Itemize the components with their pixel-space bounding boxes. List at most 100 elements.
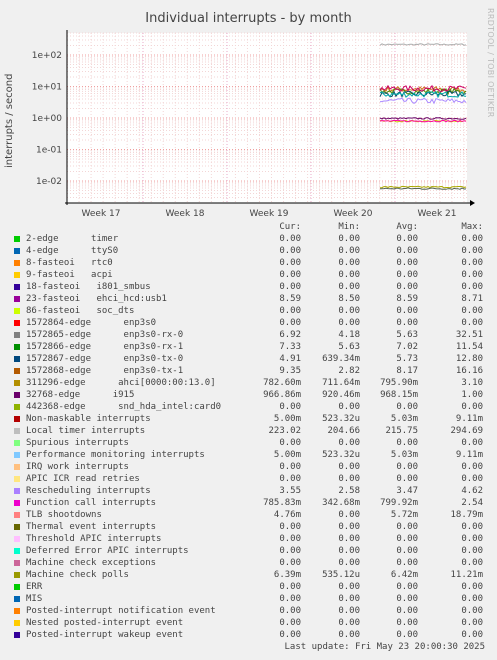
- legend-row: Local timer interrupts 223.02 204.66 215.75…: [0, 425, 497, 437]
- legend-cur: 223.02: [268, 426, 301, 436]
- legend-min: 0.00: [338, 594, 360, 604]
- legend-swatch: [14, 500, 20, 506]
- legend-name: MIS: [26, 594, 43, 604]
- x-tick-label: Week 21: [418, 209, 457, 219]
- legend-avg: 0.00: [396, 594, 418, 604]
- legend-avg: 0.00: [396, 402, 418, 412]
- x-tick-label: Week 18: [166, 209, 205, 219]
- legend-row: Threshold APIC interrupts 0.00 0.00 0.00 0.0…: [0, 533, 497, 545]
- legend-min: 0.00: [338, 306, 360, 316]
- legend-name: Posted-interrupt wakeup event: [26, 630, 184, 640]
- legend-avg: 0.00: [396, 270, 418, 280]
- legend-name: Performance monitoring interrupts: [26, 450, 205, 460]
- legend-cur: 0.00: [279, 402, 301, 412]
- legend-avg: 5.73: [396, 354, 418, 364]
- legend-min: 204.66: [327, 426, 360, 436]
- legend-min: 0.00: [338, 558, 360, 568]
- legend-name: 1572864-edge enp3s0: [26, 318, 157, 328]
- legend-max: 32.51: [455, 330, 483, 340]
- legend-row: 9-fasteoi acpi 0.00 0.00 0.00 0.00: [0, 269, 497, 281]
- legend-cur: 0.00: [279, 474, 301, 484]
- legend-min: 0.00: [338, 318, 360, 328]
- legend-min: 0.00: [338, 618, 360, 628]
- legend-row: 311296-edge ahci[0000:00:13.0] 782.60m 711…: [0, 377, 497, 389]
- legend-cur: 0.00: [279, 234, 301, 244]
- legend-swatch: [14, 632, 20, 638]
- last-update: Last update: Fri May 23 20:00:30 2025: [284, 642, 485, 652]
- interrupts-chart: Week 17 Week 18 Week 19 Week 20 Week 21 1e+0…: [32, 30, 475, 219]
- legend-avg: 0.00: [396, 558, 418, 568]
- legend-avg: 0.00: [396, 618, 418, 628]
- legend-row: Spurious interrupts 0.00 0.00 0.00 0.00: [0, 437, 497, 449]
- legend-min: 0.00: [338, 630, 360, 640]
- legend-row: Non-maskable interrupts 5.00m 523.32u 5.03m…: [0, 413, 497, 425]
- legend-row: 23-fasteoi ehci_hcd:usb1 8.59 8.50 8.59 8.71: [0, 293, 497, 305]
- legend-swatch: [14, 464, 20, 470]
- legend-row: 442368-edge snd_hda_intel:card0 0.00 0.00 0…: [0, 401, 497, 413]
- legend-max: 8.71: [461, 294, 483, 304]
- legend-name: 86-fasteoi soc_dts: [26, 306, 135, 316]
- legend-avg: 0.00: [396, 306, 418, 316]
- legend-name: 1572867-edge enp3s0-tx-0: [26, 354, 184, 364]
- legend-swatch: [14, 596, 20, 602]
- legend-swatch: [14, 416, 20, 422]
- legend-avg: 0.00: [396, 318, 418, 328]
- x-tick-label: Week 19: [250, 209, 289, 219]
- legend-min: 0.00: [338, 462, 360, 472]
- legend-max: 11.21m: [450, 570, 483, 580]
- legend-min: 523.32u: [322, 450, 360, 460]
- legend-cur: 0.00: [279, 270, 301, 280]
- legend-name: 23-fasteoi ehci_hcd:usb1: [26, 294, 167, 304]
- legend-row: 32768-edge i915 966.86m 920.46m 968.15m 1.00: [0, 389, 497, 401]
- legend-max: 0.00: [461, 594, 483, 604]
- legend-min: 0.00: [338, 522, 360, 532]
- legend-row: Function call interrupts 785.83m 342.68m 79…: [0, 497, 497, 509]
- legend-min: 0.00: [338, 282, 360, 292]
- legend-max: 0.00: [461, 246, 483, 256]
- legend-min: 0.00: [338, 258, 360, 268]
- legend-row: 1572867-edge enp3s0-tx-0 4.91 639.34m 5.73 1…: [0, 353, 497, 365]
- y-tick-label: 1e-02: [36, 177, 62, 187]
- legend-name: APIC ICR read retries: [26, 474, 140, 484]
- legend-cur: 0.00: [279, 246, 301, 256]
- legend-row: Machine check exceptions 0.00 0.00 0.00 0.00: [0, 557, 497, 569]
- legend-avg: 0.00: [396, 522, 418, 532]
- legend-cur: 5.00m: [273, 414, 301, 424]
- legend-cur: 966.86m: [263, 390, 301, 400]
- legend-min: 0.00: [338, 582, 360, 592]
- legend-min: 5.63: [338, 342, 360, 352]
- legend-min: 920.46m: [322, 390, 360, 400]
- legend-name: 9-fasteoi acpi: [26, 270, 113, 280]
- legend-avg: 0.00: [396, 258, 418, 268]
- legend-avg: 5.72m: [390, 510, 418, 520]
- legend-name: Machine check exceptions: [26, 558, 157, 568]
- legend-row: 86-fasteoi soc_dts 0.00 0.00 0.00 0.00: [0, 305, 497, 317]
- legend-name: Posted-interrupt notification event: [26, 606, 216, 616]
- legend-cur: 8.59: [279, 294, 301, 304]
- legend-name: 442368-edge snd_hda_intel:card0: [26, 402, 222, 412]
- legend-max: 0.00: [461, 618, 483, 628]
- legend-min: 0.00: [338, 270, 360, 280]
- legend-header-max: Max:: [461, 222, 483, 232]
- legend-swatch: [14, 488, 20, 494]
- legend-max: 0.00: [461, 234, 483, 244]
- legend-cur: 0.00: [279, 282, 301, 292]
- legend-max: 18.79m: [450, 510, 483, 520]
- legend-cur: 0.00: [279, 558, 301, 568]
- legend-name: Machine check polls: [26, 570, 129, 580]
- legend-min: 4.18: [338, 330, 360, 340]
- legend-name: 311296-edge ahci[0000:00:13.0]: [26, 378, 216, 388]
- legend-header-cur: Cur:: [279, 222, 301, 232]
- legend-name: 1572866-edge enp3s0-rx-1: [26, 342, 184, 352]
- legend-avg: 0.00: [396, 534, 418, 544]
- legend-min: 0.00: [338, 534, 360, 544]
- x-tick-label: Week 20: [334, 209, 373, 219]
- legend-row: ERR 0.00 0.00 0.00 0.00: [0, 581, 497, 593]
- legend-avg: 0.00: [396, 282, 418, 292]
- legend-min: 0.00: [338, 474, 360, 484]
- legend-max: 16.16: [455, 366, 483, 376]
- legend-cur: 0.00: [279, 258, 301, 268]
- y-ticks: 1e+02 1e+01 1e+00 1e-01 1e-02: [32, 51, 63, 187]
- legend-name: 1572868-edge enp3s0-tx-1: [26, 366, 184, 376]
- legend-avg: 215.75: [385, 426, 418, 436]
